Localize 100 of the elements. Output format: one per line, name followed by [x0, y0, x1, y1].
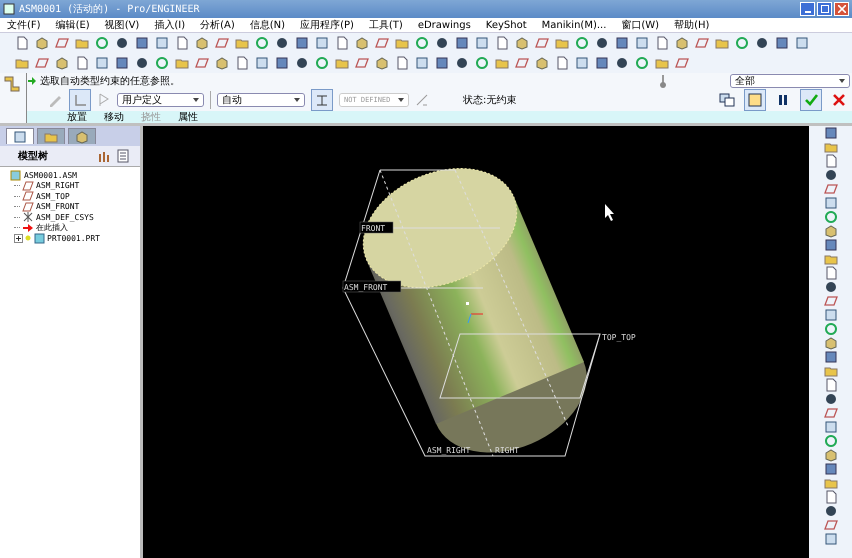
menu-item[interactable]: 视图(V)	[104, 18, 140, 32]
minimize-button[interactable]	[800, 2, 815, 16]
datum-label: RIGHT	[495, 446, 520, 455]
cube-icon	[54, 56, 68, 70]
page-icon	[494, 36, 508, 50]
tree-item[interactable]: PRT0001.PRT	[47, 234, 100, 243]
tree-item[interactable]: ASM0001.ASM	[24, 170, 77, 180]
circle-icon	[254, 36, 268, 50]
menu-item[interactable]: 应用程序(P)	[300, 18, 354, 32]
maximize-button[interactable]	[817, 2, 832, 16]
windows-icon	[719, 93, 735, 107]
square-icon	[314, 36, 328, 50]
flag-icon	[97, 92, 111, 108]
constraint-type-dropdown[interactable]: 自动	[217, 93, 305, 107]
menu-item[interactable]: 编辑(E)	[56, 18, 90, 32]
parallelogram-icon	[194, 56, 208, 70]
square-icon	[634, 36, 648, 50]
navigator-tab[interactable]	[6, 128, 34, 144]
window-title: ASM0001 (活动的) - Pro/ENGINEER	[19, 3, 200, 16]
tree-item[interactable]: ASM_RIGHT	[36, 181, 80, 190]
caret-icon	[839, 79, 845, 83]
menu-item[interactable]: 窗口(W)	[621, 18, 660, 32]
circle-icon	[94, 36, 108, 50]
square-icon	[824, 196, 838, 210]
thermometer-icon	[659, 74, 667, 88]
cube-icon	[34, 36, 48, 50]
datum-label: ASM_RIGHT	[427, 446, 470, 455]
square-icon	[474, 36, 488, 50]
t-beam-icon	[315, 93, 329, 107]
app-icon	[3, 3, 15, 15]
page-icon	[234, 56, 248, 70]
menu-item[interactable]: 工具(T)	[368, 18, 403, 32]
flip-icon	[415, 93, 429, 107]
maximize-icon	[820, 5, 828, 13]
cube-icon	[824, 224, 838, 238]
coordinate-axes-icon	[466, 302, 484, 324]
orientation-button[interactable]	[311, 89, 333, 111]
dashboard-tab[interactable]: 属性	[178, 110, 198, 124]
circle-icon	[474, 56, 488, 70]
close-icon	[838, 5, 846, 13]
panel-title: 模型树	[18, 150, 48, 163]
sphere-icon	[134, 56, 148, 70]
parallelogram-icon	[824, 294, 838, 308]
caret-icon	[193, 98, 199, 102]
circle-icon	[154, 56, 168, 70]
menu-item[interactable]: 分析(A)	[200, 18, 235, 32]
menu-item[interactable]: 信息(N)	[250, 18, 286, 32]
circle-icon	[574, 36, 588, 50]
parallelogram-icon	[34, 56, 48, 70]
corner-icon	[73, 93, 87, 107]
menu-item[interactable]: Manikin(M)...	[542, 20, 606, 30]
arrow-icon	[22, 222, 34, 234]
parallelogram-icon	[824, 182, 838, 196]
square-icon	[574, 56, 588, 70]
cube-icon	[514, 36, 528, 50]
tree-item[interactable]: ASM_TOP	[36, 192, 70, 201]
parallelogram-icon	[354, 56, 368, 70]
tree-item[interactable]: 在此插入	[36, 222, 68, 234]
close-button[interactable]	[834, 2, 849, 16]
circle-icon	[734, 36, 748, 50]
circle-icon	[634, 56, 648, 70]
menu-item[interactable]: 插入(I)	[154, 18, 186, 32]
cube-icon	[214, 56, 228, 70]
sphere-icon	[454, 56, 468, 70]
square-icon	[94, 56, 108, 70]
navigator-tab[interactable]	[68, 128, 96, 144]
close-icon	[833, 94, 845, 106]
square-icon	[794, 36, 808, 50]
sphere-icon	[754, 36, 768, 50]
square-icon	[254, 56, 268, 70]
circle-icon	[824, 434, 838, 448]
sphere-icon	[824, 280, 838, 294]
dashboard-tab[interactable]: 放置	[67, 110, 87, 124]
expand-toggle[interactable]	[14, 234, 23, 243]
cube-icon	[75, 130, 89, 144]
menu-item[interactable]: 文件(F)	[7, 18, 41, 32]
menu-item[interactable]: KeyShot	[486, 20, 527, 30]
sphere-icon	[614, 56, 628, 70]
parallelogram-icon	[534, 36, 548, 50]
sphere-icon	[594, 36, 608, 50]
part-icon	[33, 232, 45, 244]
window-toggle-button[interactable]	[744, 89, 766, 111]
cursor-icon	[605, 204, 614, 221]
page-icon	[14, 36, 28, 50]
sphere-icon	[294, 56, 308, 70]
menu-item[interactable]: eDrawings	[418, 20, 471, 30]
cube-icon	[354, 36, 368, 50]
sphere-icon	[274, 36, 288, 50]
page-icon	[74, 56, 88, 70]
tree-item[interactable]: ASM_DEF_CSYS	[36, 212, 94, 222]
dashboard-tab[interactable]: 移动	[104, 110, 124, 124]
cube-icon	[194, 36, 208, 50]
tree-item[interactable]: ASM_FRONT	[36, 202, 80, 212]
sphere-icon	[824, 504, 838, 518]
sphere-icon	[434, 36, 448, 50]
square-icon	[824, 532, 838, 546]
constraint-set-dropdown[interactable]: 用户定义	[117, 93, 204, 107]
menu-item[interactable]: 帮助(H)	[674, 18, 710, 32]
filter-dropdown[interactable]: 全部	[730, 74, 850, 88]
parallelogram-icon	[22, 190, 34, 202]
